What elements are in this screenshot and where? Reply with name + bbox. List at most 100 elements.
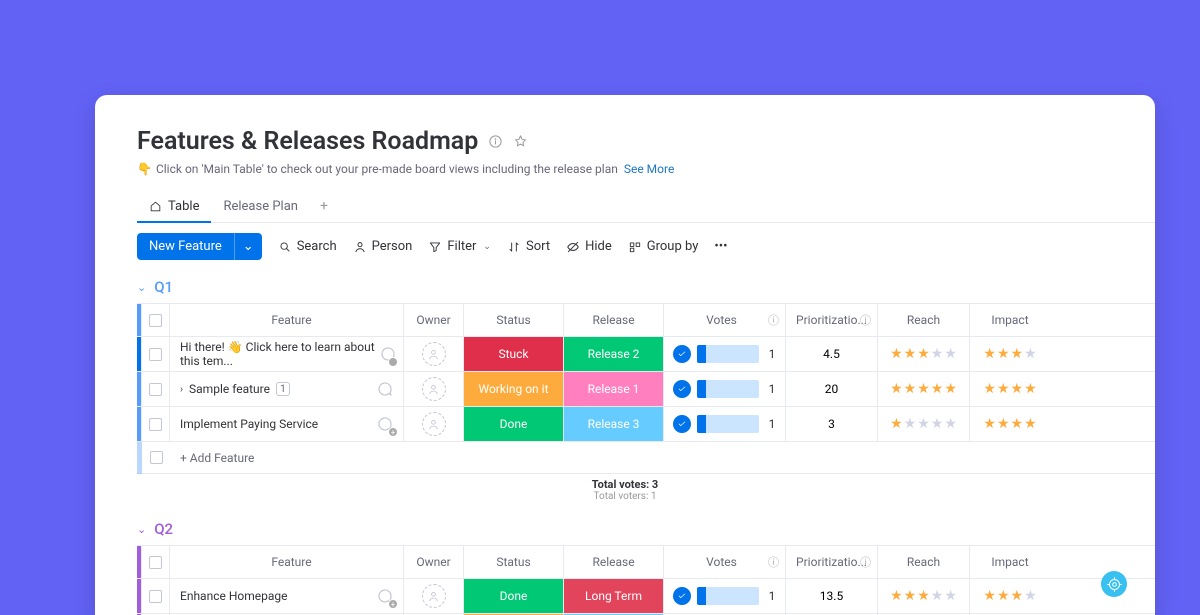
group-header[interactable]: ⌄Q2 bbox=[137, 520, 1155, 538]
vote-count: 1 bbox=[765, 382, 779, 396]
star-icon: ★ bbox=[1011, 381, 1024, 397]
prioritization-value[interactable]: 4.5 bbox=[786, 337, 878, 371]
star-rating[interactable]: ★★★★ bbox=[983, 381, 1036, 397]
more-button[interactable]: ••• bbox=[714, 239, 727, 254]
star-rating[interactable]: ★★★★ bbox=[983, 588, 1036, 604]
col-feature[interactable]: Feature bbox=[170, 304, 404, 336]
col-impact[interactable]: Impact bbox=[970, 546, 1050, 578]
star-icon: ★ bbox=[931, 346, 944, 362]
star-icon: ★ bbox=[890, 416, 903, 432]
filter-button[interactable]: Filter⌄ bbox=[428, 239, 491, 254]
feature-name[interactable]: Enhance Homepage bbox=[180, 589, 288, 603]
help-floating-button[interactable] bbox=[1101, 571, 1127, 597]
col-impact[interactable]: Impact bbox=[970, 304, 1050, 336]
owner-avatar[interactable] bbox=[422, 342, 446, 366]
star-rating[interactable]: ★★★★ bbox=[983, 346, 1036, 362]
vote-toggle[interactable] bbox=[673, 415, 691, 433]
star-rating[interactable]: ★★★★ bbox=[983, 416, 1036, 432]
table-header: FeatureOwnerStatusReleaseVotesⓘPrioritiz… bbox=[137, 545, 1155, 579]
conversation-icon[interactable] bbox=[378, 342, 397, 366]
tab-table[interactable]: Table bbox=[137, 191, 211, 222]
tab-release-plan[interactable]: Release Plan bbox=[211, 191, 309, 222]
conversation-icon[interactable] bbox=[373, 377, 397, 401]
vote-bar bbox=[697, 587, 759, 605]
filter-label: Filter bbox=[447, 239, 476, 254]
star-rating[interactable]: ★★★★★ bbox=[890, 381, 957, 397]
col-prioritization[interactable]: Prioritizatio...ⓘ bbox=[786, 304, 878, 336]
prioritization-value[interactable]: 20 bbox=[786, 372, 878, 406]
star-rating[interactable]: ★★★★★ bbox=[890, 588, 957, 604]
col-reach[interactable]: Reach bbox=[878, 304, 970, 336]
owner-avatar[interactable] bbox=[422, 377, 446, 401]
info-icon[interactable] bbox=[488, 134, 503, 149]
col-prioritization[interactable]: Prioritizatio...ⓘ bbox=[786, 546, 878, 578]
bug-icon bbox=[1107, 577, 1122, 592]
feature-name[interactable]: Hi there! 👋 Click here to learn about th… bbox=[180, 340, 378, 368]
add-tab-button[interactable]: + bbox=[310, 190, 338, 222]
col-owner[interactable]: Owner bbox=[404, 546, 464, 578]
vote-toggle[interactable] bbox=[673, 380, 691, 398]
conversation-icon[interactable]: + bbox=[373, 412, 397, 436]
star-icon: ★ bbox=[997, 416, 1010, 432]
star-icon[interactable] bbox=[513, 134, 528, 149]
vote-toggle[interactable] bbox=[673, 587, 691, 605]
col-release[interactable]: Release bbox=[564, 304, 664, 336]
see-more-link[interactable]: See More bbox=[624, 162, 674, 176]
group-header[interactable]: ⌄Q1 bbox=[137, 278, 1155, 296]
release-chip[interactable]: Release 1 bbox=[564, 372, 663, 406]
col-status[interactable]: Status bbox=[464, 304, 564, 336]
sort-button[interactable]: Sort bbox=[507, 239, 550, 254]
release-chip[interactable]: Release 3 bbox=[564, 407, 663, 441]
new-feature-button[interactable]: New Feature ⌄ bbox=[137, 233, 262, 260]
col-reach[interactable]: Reach bbox=[878, 546, 970, 578]
feature-name[interactable]: Implement Paying Service bbox=[180, 417, 318, 431]
status-chip[interactable]: Done bbox=[464, 579, 563, 613]
status-chip[interactable]: Done bbox=[464, 407, 563, 441]
col-status[interactable]: Status bbox=[464, 546, 564, 578]
row-checkbox[interactable] bbox=[149, 348, 162, 361]
star-icon: ★ bbox=[1024, 381, 1037, 397]
person-button[interactable]: Person bbox=[353, 239, 413, 254]
star-rating[interactable]: ★★★★★ bbox=[890, 346, 957, 362]
col-votes[interactable]: Votesⓘ bbox=[664, 304, 786, 336]
hide-button[interactable]: Hide bbox=[566, 239, 612, 254]
vote-count: 1 bbox=[765, 417, 779, 431]
star-rating[interactable]: ★★★★★ bbox=[890, 416, 957, 432]
col-feature[interactable]: Feature bbox=[170, 546, 404, 578]
col-release[interactable]: Release bbox=[564, 546, 664, 578]
owner-avatar[interactable] bbox=[422, 584, 446, 608]
expand-icon[interactable]: › bbox=[180, 384, 183, 395]
status-chip[interactable]: Stuck bbox=[464, 337, 563, 371]
feature-name[interactable]: Sample feature bbox=[189, 382, 270, 396]
row-checkbox[interactable] bbox=[149, 383, 162, 396]
select-all-checkbox[interactable] bbox=[149, 314, 162, 327]
info-icon[interactable]: ⓘ bbox=[768, 312, 779, 328]
release-chip[interactable]: Long Term bbox=[564, 579, 663, 613]
status-chip[interactable]: Working on it bbox=[464, 372, 563, 406]
search-button[interactable]: Search bbox=[278, 239, 337, 254]
vote-toggle[interactable] bbox=[673, 345, 691, 363]
release-chip[interactable]: Release 2 bbox=[564, 337, 663, 371]
prioritization-value[interactable]: 13.5 bbox=[786, 579, 878, 613]
info-icon[interactable]: ⓘ bbox=[768, 554, 779, 570]
row-checkbox[interactable] bbox=[149, 418, 162, 431]
star-icon: ★ bbox=[917, 588, 930, 604]
col-votes[interactable]: Votesⓘ bbox=[664, 546, 786, 578]
info-icon[interactable]: ⓘ bbox=[860, 554, 871, 570]
star-icon: ★ bbox=[1024, 588, 1037, 604]
prioritization-value[interactable]: 3 bbox=[786, 407, 878, 441]
col-owner[interactable]: Owner bbox=[404, 304, 464, 336]
page-title: Features & Releases Roadmap bbox=[137, 127, 478, 156]
row-checkbox[interactable] bbox=[150, 451, 163, 464]
new-feature-caret-icon[interactable]: ⌄ bbox=[234, 233, 262, 260]
add-feature-row[interactable]: + Add Feature bbox=[137, 442, 1155, 474]
group-by-button[interactable]: Group by bbox=[628, 239, 699, 254]
owner-avatar[interactable] bbox=[422, 412, 446, 436]
info-icon[interactable]: ⓘ bbox=[860, 312, 871, 328]
conversation-icon[interactable]: + bbox=[373, 584, 397, 608]
row-checkbox[interactable] bbox=[149, 590, 162, 603]
vote-count: 1 bbox=[765, 589, 779, 603]
select-all-checkbox[interactable] bbox=[149, 556, 162, 569]
group-totals: Total votes: 3Total voters: 1 bbox=[464, 478, 786, 502]
star-icon: ★ bbox=[904, 416, 917, 432]
